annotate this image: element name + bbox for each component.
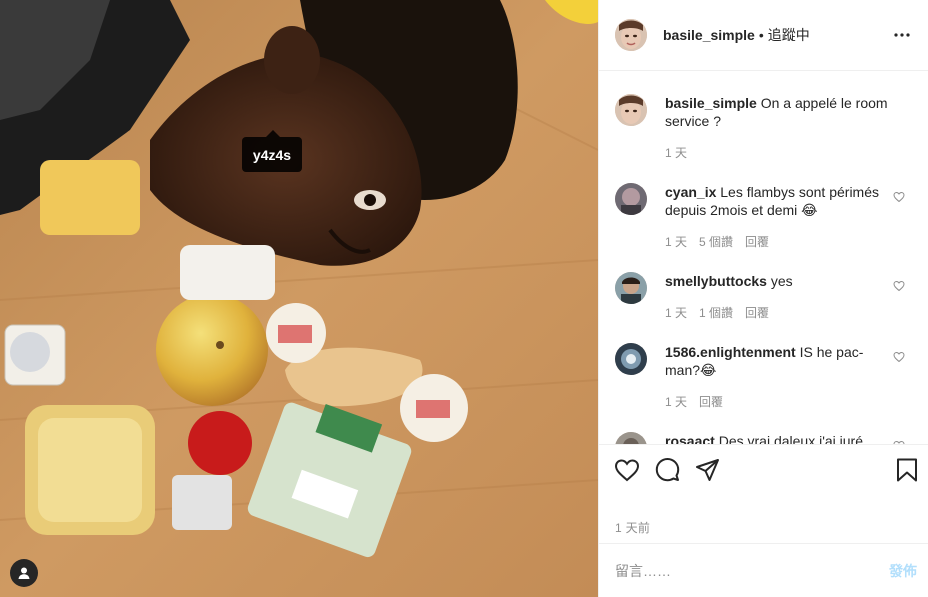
reply-button[interactable]: 回覆	[745, 233, 769, 250]
comment-meta: 1 天 5 個讚 回覆	[665, 233, 889, 250]
comment-item: 1586.enlightenment IS he pac-man?😂 1 天 回…	[615, 343, 913, 410]
more-horizontal-icon	[894, 33, 910, 37]
tagged-users-button[interactable]	[10, 559, 38, 587]
avatar-image	[615, 432, 647, 444]
comment-avatar[interactable]	[615, 432, 647, 444]
comment-meta: 1 天 回覆	[665, 393, 889, 410]
user-tag-tooltip[interactable]: y4z4s	[242, 130, 302, 172]
add-comment-bar: 發佈	[599, 543, 928, 597]
comment-meta: 1 天 1 個讚 回覆	[665, 304, 889, 321]
bookmark-icon	[897, 458, 917, 481]
comment-avatar[interactable]	[615, 343, 647, 375]
post-photo[interactable]: y4z4s	[0, 0, 598, 597]
caption-comment: basile_simple On a appelé le room servic…	[615, 94, 913, 161]
tagged-username: y4z4s	[252, 146, 292, 163]
comment-body: yes	[770, 273, 793, 289]
comment-username[interactable]: smellybuttocks	[665, 273, 767, 289]
post-modal: y4z4s basile_simple • 追蹤中 basile_simple …	[0, 0, 928, 597]
separator-dot: •	[758, 27, 764, 43]
comment-like-icon[interactable]	[893, 351, 905, 363]
comment-username[interactable]: cyan_ix	[665, 184, 716, 200]
post-sidebar: basile_simple • 追蹤中 basile_simple On a a…	[598, 0, 928, 597]
avatar-image	[615, 19, 647, 51]
post-comment-button[interactable]: 發佈	[889, 561, 917, 581]
avatar-image	[615, 343, 647, 375]
comment-username[interactable]: rosaact	[665, 433, 715, 444]
comment-text: rosaact Des vrai daleux j'ai juré	[665, 432, 889, 444]
like-button[interactable]	[613, 456, 641, 484]
comment-likes[interactable]: 5 個讚	[699, 233, 733, 250]
comment-avatar[interactable]	[615, 183, 647, 215]
comment-like-icon[interactable]	[893, 280, 905, 292]
author-username[interactable]: basile_simple	[663, 27, 755, 43]
comment-time[interactable]: 1 天	[665, 144, 687, 161]
following-button[interactable]: 追蹤中	[768, 25, 810, 45]
comment-body: Des vrai daleux j'ai juré	[718, 433, 863, 444]
author-avatar[interactable]	[615, 19, 647, 51]
comment-text: cyan_ix Les flambys sont périmés depuis …	[665, 183, 889, 219]
comment-time[interactable]: 1 天	[665, 393, 687, 410]
comment-item: smellybuttocks yes 1 天 1 個讚 回覆	[615, 272, 913, 321]
comment-item: cyan_ix Les flambys sont périmés depuis …	[615, 183, 913, 250]
avatar-image	[615, 183, 647, 215]
comment-avatar[interactable]	[615, 272, 647, 304]
comment-text: 1586.enlightenment IS he pac-man?😂	[665, 343, 889, 379]
reply-button[interactable]: 回覆	[745, 304, 769, 321]
avatar-image	[615, 272, 647, 304]
comment-input[interactable]	[615, 562, 889, 579]
avatar-image	[615, 94, 647, 126]
save-button[interactable]	[893, 456, 921, 484]
comment-icon	[655, 458, 679, 482]
more-options-button[interactable]	[890, 23, 914, 47]
post-timestamp[interactable]: 1 天前	[615, 519, 650, 536]
comment-button[interactable]	[653, 456, 681, 484]
comment-text: smellybuttocks yes	[665, 272, 889, 290]
comments-list[interactable]: basile_simple On a appelé le room servic…	[599, 71, 928, 444]
comment-time[interactable]: 1 天	[665, 233, 687, 250]
comment-time[interactable]: 1 天	[665, 304, 687, 321]
comment-like-icon[interactable]	[893, 191, 905, 203]
comment-likes[interactable]: 1 個讚	[699, 304, 733, 321]
photo-scene	[0, 0, 598, 597]
comment-username[interactable]: 1586.enlightenment	[665, 344, 796, 360]
comment-item: rosaact Des vrai daleux j'ai juré	[615, 432, 913, 444]
reply-button[interactable]: 回覆	[699, 393, 723, 410]
heart-icon	[614, 458, 640, 481]
comment-avatar[interactable]	[615, 94, 647, 126]
share-button[interactable]	[693, 456, 721, 484]
comment-text: basile_simple On a appelé le room servic…	[665, 94, 889, 130]
post-header: basile_simple • 追蹤中	[599, 0, 928, 71]
user-tag-icon	[18, 567, 30, 579]
paper-plane-icon	[695, 458, 719, 481]
comment-username[interactable]: basile_simple	[665, 95, 757, 111]
comment-meta: 1 天	[665, 144, 889, 161]
post-actions-bar	[599, 444, 928, 494]
